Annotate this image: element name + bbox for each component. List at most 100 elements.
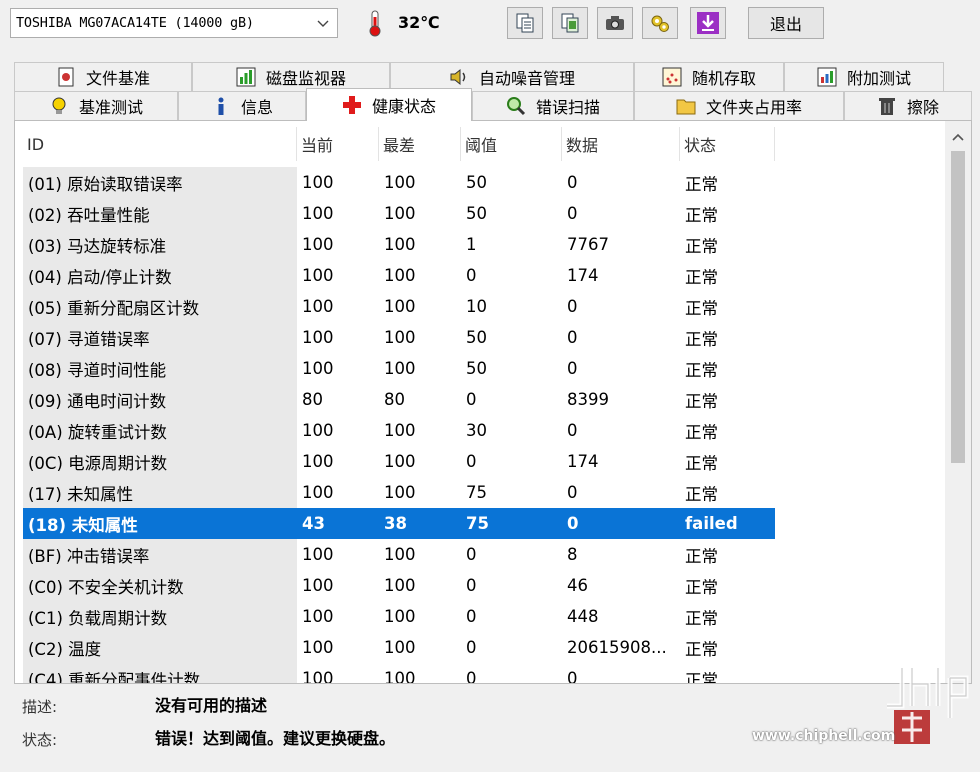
save-button[interactable] xyxy=(690,7,726,39)
cell-worst: 100 xyxy=(384,359,416,378)
table-row[interactable]: (0A) 旋转重试计数 100 100 30 0 正常 xyxy=(23,415,775,446)
cell-current: 43 xyxy=(297,508,379,539)
tab-label: 磁盘监视器 xyxy=(265,69,346,88)
cell-data: 8399 xyxy=(567,390,609,409)
cell-worst: 100 xyxy=(384,328,416,347)
tab-disk-monitor[interactable]: 磁盘监视器 xyxy=(192,62,390,91)
tab-label: 擦除 xyxy=(906,98,939,117)
cell-id: (04) 启动/停止计数 xyxy=(23,260,297,291)
table-row[interactable]: (09) 通电时间计数 80 80 0 8399 正常 xyxy=(23,384,775,415)
extra-tests-icon xyxy=(817,67,837,87)
cell-worst: 100 xyxy=(384,266,416,285)
exit-button[interactable]: 退出 xyxy=(748,7,824,39)
scrollbar-thumb[interactable] xyxy=(951,151,965,463)
cell-id: (C4) 重新分配事件计数 xyxy=(23,663,297,683)
tab-label: 文件夹占用率 xyxy=(705,98,802,117)
cell-current: 80 xyxy=(302,390,323,409)
cell-status: 正常 xyxy=(685,577,718,597)
tab-error-scan[interactable]: 错误扫描 xyxy=(472,91,634,120)
tab-folder-usage[interactable]: 文件夹占用率 xyxy=(634,91,844,120)
tab-aam[interactable]: 自动噪音管理 xyxy=(390,62,634,91)
table-row[interactable]: (0C) 电源周期计数 100 100 0 174 正常 xyxy=(23,446,775,477)
header-worst[interactable]: 最差 xyxy=(379,127,461,161)
table-row[interactable]: (03) 马达旋转标准 100 100 1 7767 正常 xyxy=(23,229,775,260)
header-current[interactable]: 当前 xyxy=(297,127,379,161)
camera-button[interactable] xyxy=(597,7,633,39)
table-row[interactable]: (07) 寻道错误率 100 100 50 0 正常 xyxy=(23,322,775,353)
cell-current: 100 xyxy=(302,328,334,347)
tab-file-benchmark[interactable]: 文件基准 xyxy=(14,62,192,91)
cell-current: 100 xyxy=(302,173,334,192)
tab-label: 自动噪音管理 xyxy=(478,69,575,88)
cell-data: 174 xyxy=(567,452,599,471)
cell-status: 正常 xyxy=(685,422,718,442)
status-label: 状态: xyxy=(22,731,58,749)
tab-row-2: 基准测试 信息 健康状态 错误扫描 文件夹占用率 擦除 xyxy=(14,88,972,121)
tab-health[interactable]: 健康状态 xyxy=(306,88,472,121)
header-threshold[interactable]: 阈值 xyxy=(461,127,562,161)
header-id[interactable]: ID xyxy=(23,127,297,161)
cell-status: 正常 xyxy=(685,484,718,504)
thermometer-icon xyxy=(369,10,381,37)
header-status[interactable]: 状态 xyxy=(680,127,775,161)
scroll-up-icon[interactable] xyxy=(950,131,966,143)
cell-current: 100 xyxy=(302,235,334,254)
description-value: 没有可用的描述 xyxy=(155,696,268,715)
table-row[interactable]: (18) 未知属性 43 38 75 0 failed xyxy=(23,508,775,539)
tab-erase[interactable]: 擦除 xyxy=(844,91,972,120)
cell-id: (0A) 旋转重试计数 xyxy=(23,415,297,446)
cell-current: 100 xyxy=(302,483,334,502)
tab-extra-tests[interactable]: 附加测试 xyxy=(784,62,944,91)
cell-current: 100 xyxy=(302,421,334,440)
temperature-readout: 32℃ xyxy=(398,13,440,32)
cell-id: (0C) 电源周期计数 xyxy=(23,446,297,477)
cell-threshold: 30 xyxy=(466,421,487,440)
cell-data: 0 xyxy=(567,297,578,316)
cell-data: 0 xyxy=(567,483,578,502)
cell-current: 100 xyxy=(302,638,334,657)
cell-status: failed xyxy=(680,508,775,539)
cell-current: 100 xyxy=(302,669,334,684)
table-row[interactable]: (05) 重新分配扇区计数 100 100 10 0 正常 xyxy=(23,291,775,322)
drive-select[interactable]: TOSHIBA MG07ACA14TE (14000 gB) xyxy=(10,8,338,38)
smart-attributes-panel: ID 当前 最差 阈值 数据 状态 (01) 原始读取错误率 100 100 50 0 正… xyxy=(14,120,972,684)
table-row[interactable]: (C2) 温度 100 100 0 20615908... 正常 xyxy=(23,632,775,663)
table-row[interactable]: (C4) 重新分配事件计数 100 100 0 0 正常 xyxy=(23,663,775,684)
speaker-icon xyxy=(450,68,466,86)
copy-text-button[interactable] xyxy=(507,7,543,39)
copy-text-icon xyxy=(516,13,534,33)
copy-screenshot-icon xyxy=(561,13,579,33)
table-row[interactable]: (BF) 冲击错误率 100 100 0 8 正常 xyxy=(23,539,775,570)
cell-worst: 38 xyxy=(379,508,461,539)
tab-label: 文件基准 xyxy=(85,69,150,88)
tab-label: 健康状态 xyxy=(371,97,436,116)
tab-random-access[interactable]: 随机存取 xyxy=(634,62,784,91)
table-row[interactable]: (C0) 不安全关机计数 100 100 0 46 正常 xyxy=(23,570,775,601)
cell-data: 7767 xyxy=(567,235,609,254)
cell-status: 正常 xyxy=(685,391,718,411)
save-download-icon xyxy=(697,12,719,34)
header-data[interactable]: 数据 xyxy=(562,127,680,161)
tab-benchmark[interactable]: 基准测试 xyxy=(14,91,178,120)
copy-screenshot-button[interactable] xyxy=(552,7,588,39)
cell-worst: 80 xyxy=(384,390,405,409)
table-row[interactable]: (17) 未知属性 100 100 75 0 正常 xyxy=(23,477,775,508)
cell-data: 0 xyxy=(567,328,578,347)
cell-data: 0 xyxy=(567,173,578,192)
table-row[interactable]: (08) 寻道时间性能 100 100 50 0 正常 xyxy=(23,353,775,384)
cell-threshold: 1 xyxy=(466,235,477,254)
cell-data: 0 xyxy=(567,359,578,378)
vertical-scrollbar[interactable] xyxy=(945,121,971,683)
table-row[interactable]: (C1) 负载周期计数 100 100 0 448 正常 xyxy=(23,601,775,632)
table-row[interactable]: (01) 原始读取错误率 100 100 50 0 正常 xyxy=(23,167,775,198)
cell-threshold: 50 xyxy=(466,204,487,223)
table-row[interactable]: (02) 吞吐量性能 100 100 50 0 正常 xyxy=(23,198,775,229)
table-row[interactable]: (04) 启动/停止计数 100 100 0 174 正常 xyxy=(23,260,775,291)
tab-info[interactable]: 信息 xyxy=(178,91,306,120)
red-cross-icon xyxy=(342,96,361,114)
cell-data: 0 xyxy=(562,508,680,539)
cell-status: 正常 xyxy=(685,267,718,287)
options-button[interactable] xyxy=(642,7,678,39)
cell-threshold: 75 xyxy=(466,483,487,502)
cell-id: (05) 重新分配扇区计数 xyxy=(23,291,297,322)
